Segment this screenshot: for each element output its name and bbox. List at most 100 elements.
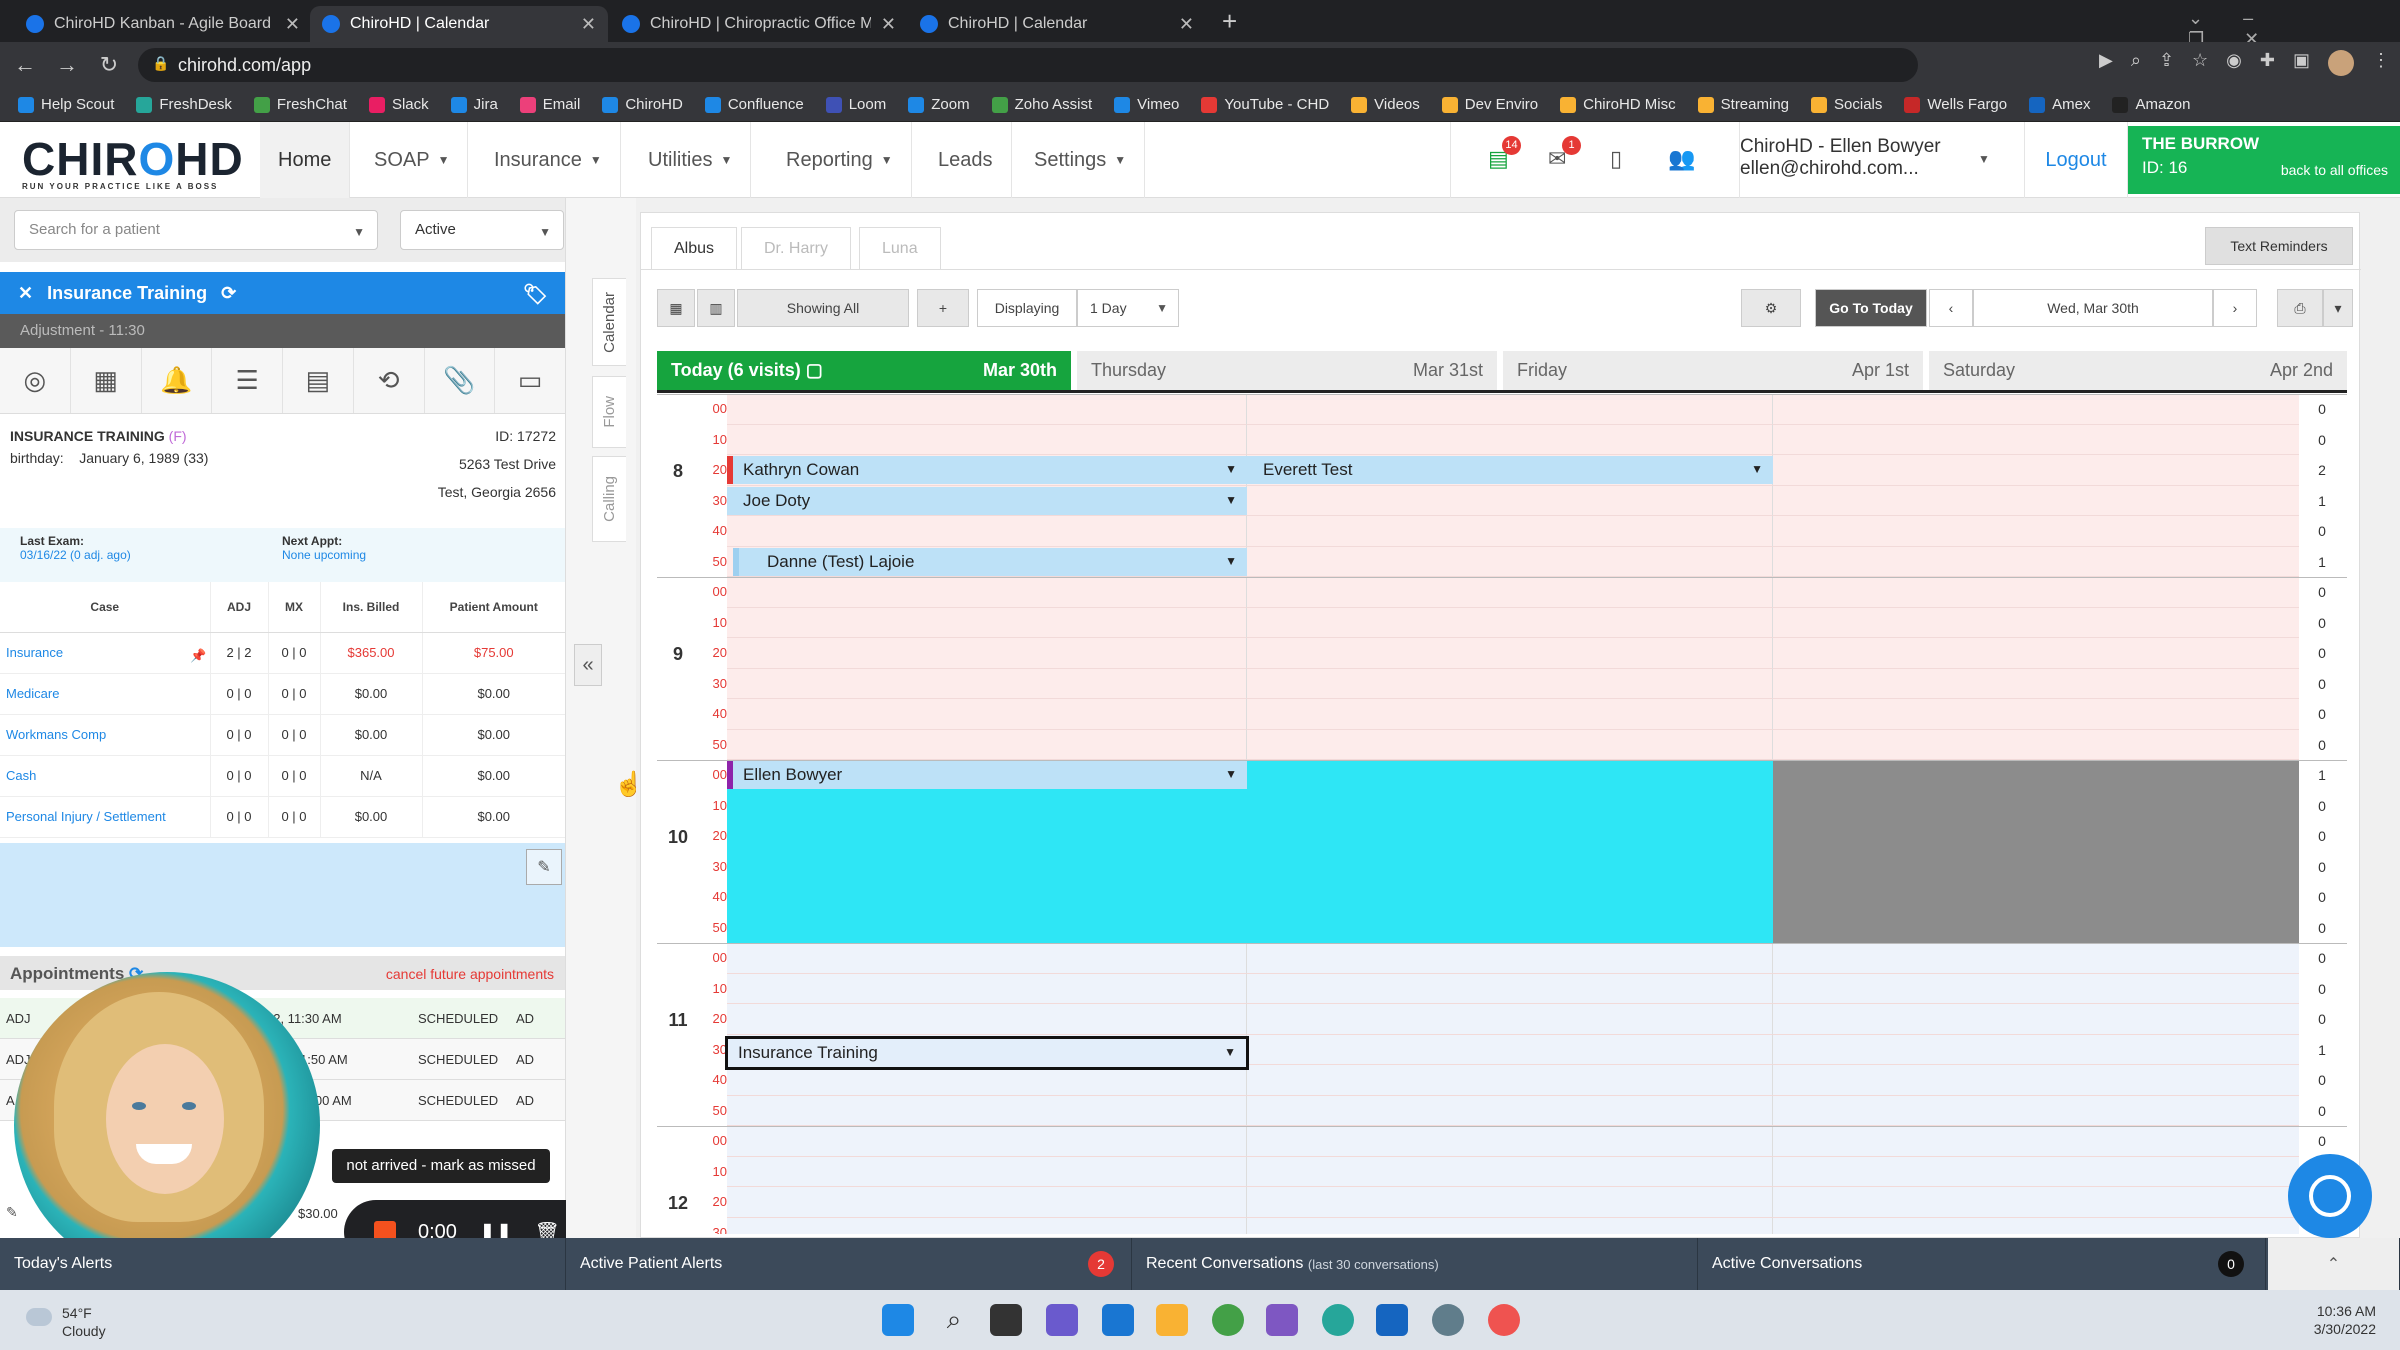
column-view-icon[interactable]: ▥ bbox=[697, 289, 735, 327]
slot-cell[interactable] bbox=[727, 394, 1247, 425]
slot-cell[interactable] bbox=[1247, 1217, 1773, 1234]
office-badge[interactable]: THE BURROW ID: 16 back to all offices bbox=[2128, 126, 2400, 194]
back-icon[interactable]: ← bbox=[8, 52, 42, 78]
slot-cell[interactable] bbox=[727, 1126, 1247, 1157]
todays-alerts-tab[interactable]: Today's Alerts bbox=[0, 1238, 566, 1290]
slot-cell[interactable] bbox=[1773, 1065, 2299, 1096]
slot-cell[interactable] bbox=[1247, 973, 1773, 1004]
slot-cell[interactable] bbox=[727, 638, 1247, 669]
text-reminders-button[interactable]: Text Reminders bbox=[2205, 227, 2353, 265]
tag-icon[interactable]: 🏷 bbox=[523, 282, 548, 307]
status-filter-select[interactable]: Active ▼ bbox=[400, 210, 564, 250]
camera-icon[interactable]: ▶ bbox=[2099, 50, 2113, 76]
appointment-block[interactable]: Danne (Test) Lajoie ▼ bbox=[733, 547, 1247, 576]
reload-icon[interactable]: ↻ bbox=[92, 52, 126, 78]
edit-icon[interactable]: ✎ bbox=[526, 849, 562, 885]
browser-tab[interactable]: ChiroHD | Calendar ✕ bbox=[908, 6, 1206, 42]
go-to-today-button[interactable]: Go To Today bbox=[1815, 289, 1927, 327]
bookmark-item[interactable]: Zoho Assist bbox=[991, 96, 1092, 113]
patient-search-input[interactable]: Search for a patient ▼ bbox=[14, 210, 378, 250]
close-icon[interactable]: ✕ bbox=[18, 283, 33, 304]
close-icon[interactable]: ✕ bbox=[1179, 14, 1194, 35]
zoom-icon[interactable]: ⌕ bbox=[2131, 50, 2141, 76]
close-icon[interactable]: ✕ bbox=[581, 14, 596, 35]
bookmark-item[interactable]: Slack bbox=[368, 96, 429, 113]
slot-cell[interactable] bbox=[1247, 638, 1773, 669]
slot-cell[interactable] bbox=[727, 729, 1247, 760]
bookmark-item[interactable]: Help Scout bbox=[18, 96, 114, 113]
slot-cell[interactable] bbox=[727, 1156, 1247, 1187]
caret-down-icon[interactable]: ▼ bbox=[1225, 767, 1237, 781]
slot-cell[interactable] bbox=[727, 699, 1247, 730]
slot-cell[interactable] bbox=[727, 577, 1247, 608]
document-icon[interactable]: ▯ bbox=[1610, 146, 1622, 172]
day-header[interactable]: Saturday Apr 2nd bbox=[1929, 351, 2347, 390]
appointment-block[interactable]: Everett Test ▼ bbox=[1247, 456, 1773, 484]
recent-conversations-tab[interactable]: Recent Conversations (last 30 conversati… bbox=[1132, 1238, 1698, 1290]
bookmark-item[interactable]: Streaming bbox=[1697, 96, 1789, 113]
slot-cell[interactable] bbox=[727, 1095, 1247, 1126]
tab-flow[interactable]: Flow bbox=[592, 376, 626, 448]
bookmark-item[interactable]: Dev Enviro bbox=[1441, 96, 1538, 113]
search-icon[interactable]: ⌕ bbox=[938, 1304, 970, 1336]
bookmark-item[interactable]: ChiroHD Misc bbox=[1560, 96, 1676, 113]
bookmark-item[interactable]: YouTube - CHD bbox=[1201, 96, 1329, 113]
snip-tool-icon[interactable] bbox=[1266, 1304, 1298, 1336]
day-header[interactable]: Friday Apr 1st bbox=[1503, 351, 1923, 390]
help-chat-button[interactable] bbox=[2288, 1154, 2372, 1238]
bookmark-item[interactable]: Socials bbox=[1811, 96, 1882, 113]
table-row[interactable]: Cash 0 | 00 | 0 N/A $0.00 bbox=[0, 755, 565, 797]
slot-cell[interactable] bbox=[1247, 1004, 1773, 1035]
slot-cell[interactable] bbox=[727, 1217, 1247, 1234]
slot-cell[interactable] bbox=[1773, 943, 2299, 974]
browser-tab[interactable]: ChiroHD Kanban - Agile Board - ✕ bbox=[14, 6, 312, 42]
caret-down-icon[interactable]: ▼ bbox=[1224, 1045, 1236, 1059]
case-name[interactable]: Insurance bbox=[0, 632, 211, 674]
slot-cell[interactable] bbox=[1773, 1126, 2299, 1157]
slot-cell[interactable] bbox=[1247, 1156, 1773, 1187]
table-row[interactable]: Personal Injury / Settlement 0 | 00 | 0 $0… bbox=[0, 796, 565, 838]
slot-cell[interactable] bbox=[1247, 668, 1773, 699]
bookmark-item[interactable]: Amex bbox=[2029, 96, 2090, 113]
case-name[interactable]: Medicare bbox=[0, 673, 211, 715]
menu-reporting[interactable]: Reporting ▼ bbox=[768, 122, 912, 198]
back-to-offices-link[interactable]: back to all offices bbox=[2281, 162, 2388, 178]
payment-icon[interactable]: ▭ bbox=[495, 348, 565, 413]
caret-down-icon[interactable]: ▾ bbox=[2323, 289, 2353, 327]
slot-cell[interactable] bbox=[1247, 485, 1773, 516]
bookmark-item[interactable]: Videos bbox=[1351, 96, 1420, 113]
day-header[interactable]: Thursday Mar 31st bbox=[1077, 351, 1497, 390]
chirohd-logo[interactable]: CHIROHD RUN YOUR PRACTICE LIKE A BOSS bbox=[22, 132, 244, 191]
caret-down-icon[interactable]: ▼ bbox=[1225, 554, 1237, 568]
user-menu[interactable]: ChiroHD - Ellen Bowyer ellen@chirohd.com.… bbox=[1740, 136, 1941, 180]
logout-button[interactable]: Logout bbox=[2024, 122, 2128, 198]
tab-calling[interactable]: Calling bbox=[592, 456, 626, 542]
active-conversations-tab[interactable]: Active Conversations 0 bbox=[1698, 1238, 2266, 1290]
forward-icon[interactable]: → bbox=[50, 52, 84, 78]
browser-tab[interactable]: ChiroHD | Chiropractic Office Ma ✕ bbox=[610, 6, 908, 42]
slot-cell[interactable] bbox=[1773, 424, 2299, 455]
extension-icon[interactable]: ◉ bbox=[2226, 50, 2242, 76]
bookmark-item[interactable]: Jira bbox=[450, 96, 498, 113]
provider-tab-luna[interactable]: Luna bbox=[859, 227, 941, 269]
slot-cell[interactable] bbox=[1247, 729, 1773, 760]
star-icon[interactable]: ☆ bbox=[2192, 50, 2208, 76]
edit-icon[interactable]: ✎ bbox=[6, 1204, 18, 1221]
slot-cell[interactable] bbox=[1773, 699, 2299, 730]
caret-down-icon[interactable]: ▼ bbox=[1751, 462, 1763, 476]
table-row[interactable]: Workmans Comp 0 | 00 | 0 $0.00 $0.00 bbox=[0, 714, 565, 756]
bookmark-item[interactable]: FreshDesk bbox=[136, 96, 232, 113]
refresh-icon[interactable]: ⟳ bbox=[221, 283, 236, 304]
share-icon[interactable]: ⇪ bbox=[2159, 50, 2174, 76]
slot-cell[interactable] bbox=[727, 943, 1247, 974]
expand-bar-button[interactable]: ⌃ bbox=[2268, 1238, 2400, 1290]
slot-cell[interactable] bbox=[1247, 943, 1773, 974]
sidebar-icon[interactable]: ▣ bbox=[2293, 50, 2310, 76]
slot-cell[interactable] bbox=[1773, 607, 2299, 638]
slot-cell[interactable] bbox=[1247, 607, 1773, 638]
slot-cell[interactable] bbox=[727, 668, 1247, 699]
slot-cell[interactable] bbox=[1247, 1095, 1773, 1126]
task-view-icon[interactable] bbox=[990, 1304, 1022, 1336]
appointment-block[interactable]: Kathryn Cowan ▼ bbox=[727, 456, 1247, 484]
bookmark-item[interactable]: ChiroHD bbox=[602, 96, 683, 113]
